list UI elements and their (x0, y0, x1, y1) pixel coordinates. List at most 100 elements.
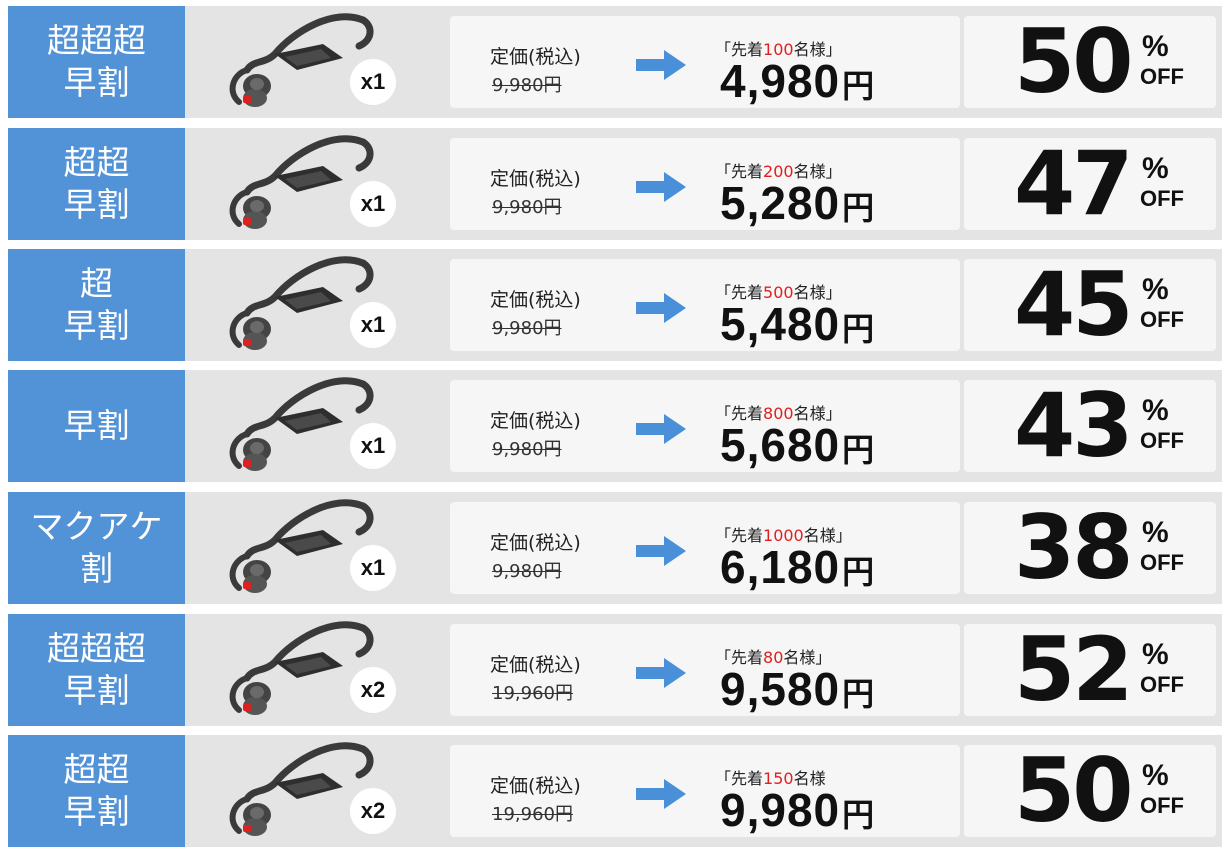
quantity-badge: x1 (350, 302, 396, 348)
price-panel: 定価(税込) 9,980円 「先着200名様」 5,280円 (450, 138, 960, 230)
tier-label: 超超 早割 (8, 735, 185, 847)
price-panel: 定価(税込) 9,980円 「先着1000名様」 6,180円 (450, 502, 960, 594)
discount-panel: 52 % OFF (964, 624, 1216, 716)
pricing-row: マクアケ 割 x1 定価(税込) 9,980円 「先着1000名様」 6,180… (8, 492, 1222, 604)
price-panel: 定価(税込) 9,980円 「先着100名様」 4,980円 (450, 16, 960, 108)
off-label: OFF (1140, 550, 1184, 575)
regular-price-label: 定価(税込) (490, 532, 581, 554)
off-label: OFF (1140, 672, 1184, 697)
product-cell: x1 (185, 370, 447, 482)
pricing-row: 超 早割 x1 定価(税込) 9,980円 「先着500名様」 5,480円 4… (8, 249, 1222, 361)
sale-price: 5,680円 (720, 418, 875, 472)
discount-percent: 50 (1014, 10, 1133, 113)
sale-price-value: 6,180 (720, 541, 841, 593)
percent-sign: % (1142, 152, 1169, 185)
discount-percent: 47 (1014, 132, 1133, 235)
yen-unit: 円 (842, 311, 876, 347)
quantity-badge: x1 (350, 59, 396, 105)
quantity-badge: x1 (350, 545, 396, 591)
sale-price: 6,180円 (720, 540, 875, 594)
arrow-right-icon (636, 172, 686, 202)
pricing-row: 超超 早割 x1 定価(税込) 9,980円 「先着200名様」 5,280円 … (8, 128, 1222, 240)
product-cell: x1 (185, 249, 447, 361)
arrow-right-icon (636, 414, 686, 444)
discount-percent: 43 (1014, 374, 1133, 477)
sale-price-value: 9,980 (720, 784, 841, 836)
product-cell: x1 (185, 492, 447, 604)
sale-price: 4,980円 (720, 54, 875, 108)
regular-price: 9,980円 (492, 439, 562, 460)
arrow-right-icon (636, 658, 686, 688)
regular-price-label: 定価(税込) (490, 46, 581, 68)
sale-price-value: 5,680 (720, 419, 841, 471)
discount-percent: 38 (1014, 496, 1133, 599)
regular-price-label: 定価(税込) (490, 289, 581, 311)
sale-price: 5,480円 (720, 297, 875, 351)
product-cell: x2 (185, 735, 447, 847)
regular-price: 9,980円 (492, 75, 562, 96)
regular-price: 9,980円 (492, 561, 562, 582)
off-label: OFF (1140, 307, 1184, 332)
quantity-badge: x1 (350, 181, 396, 227)
tier-label: マクアケ 割 (8, 492, 185, 604)
discount-percent: 50 (1014, 739, 1133, 842)
regular-price-label: 定価(税込) (490, 654, 581, 676)
tier-label: 超超 早割 (8, 128, 185, 240)
regular-price: 9,980円 (492, 197, 562, 218)
discount-panel: 43 % OFF (964, 380, 1216, 472)
yen-unit: 円 (842, 676, 876, 712)
percent-sign: % (1142, 394, 1169, 427)
arrow-right-icon (636, 50, 686, 80)
sale-price-value: 4,980 (720, 55, 841, 107)
yen-unit: 円 (842, 797, 876, 833)
discount-percent: 52 (1014, 618, 1133, 721)
regular-price-label: 定価(税込) (490, 168, 581, 190)
quantity-badge: x2 (350, 788, 396, 834)
yen-unit: 円 (842, 432, 876, 468)
tier-label: 超 早割 (8, 249, 185, 361)
yen-unit: 円 (842, 68, 876, 104)
price-panel: 定価(税込) 9,980円 「先着500名様」 5,480円 (450, 259, 960, 351)
tier-label: 超超超 早割 (8, 6, 185, 118)
price-panel: 定価(税込) 19,960円 「先着150名様 9,980円 (450, 745, 960, 837)
sale-price: 5,280円 (720, 176, 875, 230)
price-panel: 定価(税込) 9,980円 「先着800名様」 5,680円 (450, 380, 960, 472)
off-label: OFF (1140, 428, 1184, 453)
regular-price-label: 定価(税込) (490, 775, 581, 797)
pricing-row: 超超 早割 x2 定価(税込) 19,960円 「先着150名様 9,980円 … (8, 735, 1222, 847)
product-cell: x2 (185, 614, 447, 726)
discount-panel: 50 % OFF (964, 745, 1216, 837)
arrow-right-icon (636, 779, 686, 809)
regular-price: 19,960円 (492, 804, 573, 825)
off-label: OFF (1140, 64, 1184, 89)
pricing-row: 超超超 早割 x2 定価(税込) 19,960円 「先着80名様」 9,580円… (8, 614, 1222, 726)
sale-price-value: 5,480 (720, 298, 841, 350)
quantity-badge: x1 (350, 423, 396, 469)
quantity-badge: x2 (350, 667, 396, 713)
arrow-right-icon (636, 293, 686, 323)
off-label: OFF (1140, 186, 1184, 211)
tier-label: 超超超 早割 (8, 614, 185, 726)
percent-sign: % (1142, 516, 1169, 549)
pricing-row: 早割 x1 定価(税込) 9,980円 「先着800名様」 5,680円 43 … (8, 370, 1222, 482)
sale-price-value: 9,580 (720, 663, 841, 715)
off-label: OFF (1140, 793, 1184, 818)
regular-price-label: 定価(税込) (490, 410, 581, 432)
percent-sign: % (1142, 30, 1169, 63)
percent-sign: % (1142, 759, 1169, 792)
pricing-row: 超超超 早割 x1 定価(税込) 9,980円 「先着100名様」 4,980円… (8, 6, 1222, 118)
tier-label: 早割 (8, 370, 185, 482)
yen-unit: 円 (842, 190, 876, 226)
sale-price: 9,580円 (720, 662, 875, 716)
sale-price-value: 5,280 (720, 177, 841, 229)
discount-panel: 47 % OFF (964, 138, 1216, 230)
yen-unit: 円 (842, 554, 876, 590)
discount-percent: 45 (1014, 253, 1133, 356)
product-cell: x1 (185, 6, 447, 118)
sale-price: 9,980円 (720, 783, 875, 837)
discount-panel: 38 % OFF (964, 502, 1216, 594)
product-cell: x1 (185, 128, 447, 240)
price-panel: 定価(税込) 19,960円 「先着80名様」 9,580円 (450, 624, 960, 716)
percent-sign: % (1142, 273, 1169, 306)
arrow-right-icon (636, 536, 686, 566)
